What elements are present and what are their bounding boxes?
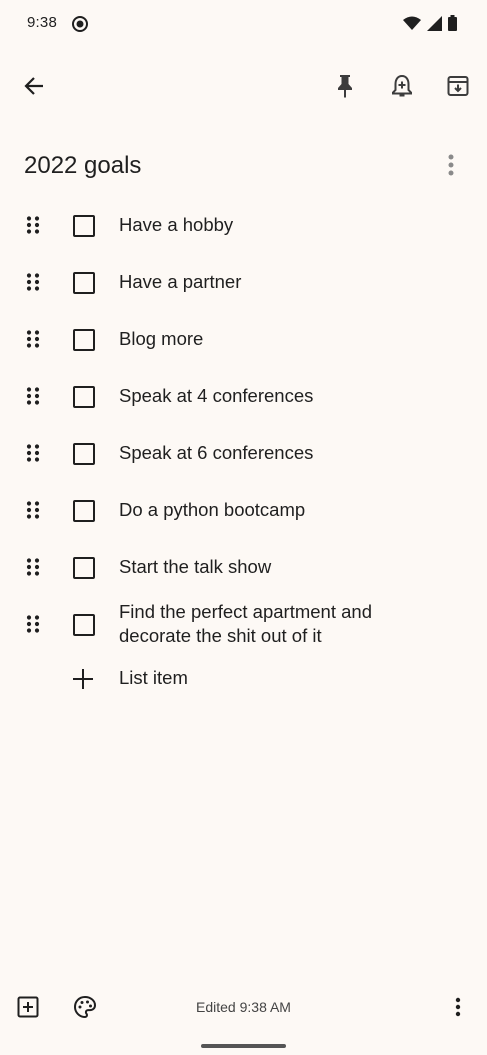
checklist-item[interactable]: Have a partner bbox=[0, 254, 487, 310]
checklist-item-text[interactable]: Find the perfect apartment and decorate … bbox=[119, 600, 449, 648]
drag-handle-icon[interactable] bbox=[26, 387, 46, 407]
checklist-item[interactable]: Speak at 6 conferences bbox=[0, 425, 487, 481]
bell-plus-icon bbox=[391, 74, 413, 103]
item-checkbox[interactable] bbox=[73, 443, 95, 465]
bottom-bar: Edited 9:38 AM bbox=[0, 985, 487, 1033]
checklist-item-text[interactable]: Have a partner bbox=[119, 270, 449, 294]
note-title[interactable]: 2022 goals bbox=[24, 152, 141, 180]
more-vert-icon bbox=[455, 997, 461, 1022]
checklist-item[interactable]: Find the perfect apartment and decorate … bbox=[0, 596, 487, 652]
top-toolbar bbox=[0, 60, 487, 116]
add-list-item[interactable]: List item bbox=[0, 660, 487, 700]
checklist-item[interactable]: Start the talk show bbox=[0, 539, 487, 595]
item-checkbox[interactable] bbox=[73, 386, 95, 408]
home-indicator[interactable] bbox=[201, 1044, 286, 1048]
wifi-icon bbox=[403, 16, 421, 36]
item-checkbox[interactable] bbox=[73, 614, 95, 636]
more-vert-icon bbox=[448, 154, 454, 181]
add-list-item-label: List item bbox=[119, 667, 188, 688]
archive-icon bbox=[447, 75, 469, 102]
battery-icon bbox=[448, 15, 457, 36]
drag-handle-icon[interactable] bbox=[26, 558, 46, 578]
pin-icon bbox=[335, 74, 355, 103]
item-checkbox[interactable] bbox=[73, 557, 95, 579]
checklist-item-text[interactable]: Blog more bbox=[119, 327, 449, 351]
checklist-item-text[interactable]: Have a hobby bbox=[119, 213, 449, 237]
arrow-back-icon bbox=[23, 75, 45, 102]
drag-handle-icon[interactable] bbox=[26, 273, 46, 293]
checklist-item-text[interactable]: Speak at 4 conferences bbox=[119, 384, 449, 408]
checklist-item[interactable]: Do a python bootcamp bbox=[0, 482, 487, 538]
checklist-item[interactable]: Speak at 4 conferences bbox=[0, 368, 487, 424]
item-checkbox[interactable] bbox=[73, 272, 95, 294]
checklist-item[interactable]: Have a hobby bbox=[0, 197, 487, 253]
plus-icon bbox=[72, 668, 94, 695]
drag-handle-icon[interactable] bbox=[26, 501, 46, 521]
item-checkbox[interactable] bbox=[73, 329, 95, 351]
title-more-button[interactable] bbox=[436, 152, 466, 182]
status-time: 9:38 bbox=[27, 14, 57, 31]
checklist-item[interactable]: Blog more bbox=[0, 311, 487, 367]
checklist-item-text[interactable]: Start the talk show bbox=[119, 555, 449, 579]
back-button[interactable] bbox=[14, 68, 54, 108]
drag-handle-icon[interactable] bbox=[26, 330, 46, 350]
data-saver-icon bbox=[71, 15, 89, 38]
item-checkbox[interactable] bbox=[73, 215, 95, 237]
checklist-item-text[interactable]: Do a python bootcamp bbox=[119, 498, 449, 522]
drag-handle-icon[interactable] bbox=[26, 615, 46, 635]
status-bar: 9:38 bbox=[0, 0, 487, 48]
cellular-signal-icon bbox=[427, 15, 442, 36]
reminder-button[interactable] bbox=[382, 68, 422, 108]
edited-timestamp: Edited 9:38 AM bbox=[196, 999, 291, 1015]
drag-handle-icon[interactable] bbox=[26, 444, 46, 464]
pin-button[interactable] bbox=[325, 68, 365, 108]
drag-handle-icon[interactable] bbox=[26, 216, 46, 236]
checklist-item-text[interactable]: Speak at 6 conferences bbox=[119, 441, 449, 465]
more-options-button[interactable] bbox=[440, 991, 476, 1027]
item-checkbox[interactable] bbox=[73, 500, 95, 522]
archive-button[interactable] bbox=[438, 68, 478, 108]
